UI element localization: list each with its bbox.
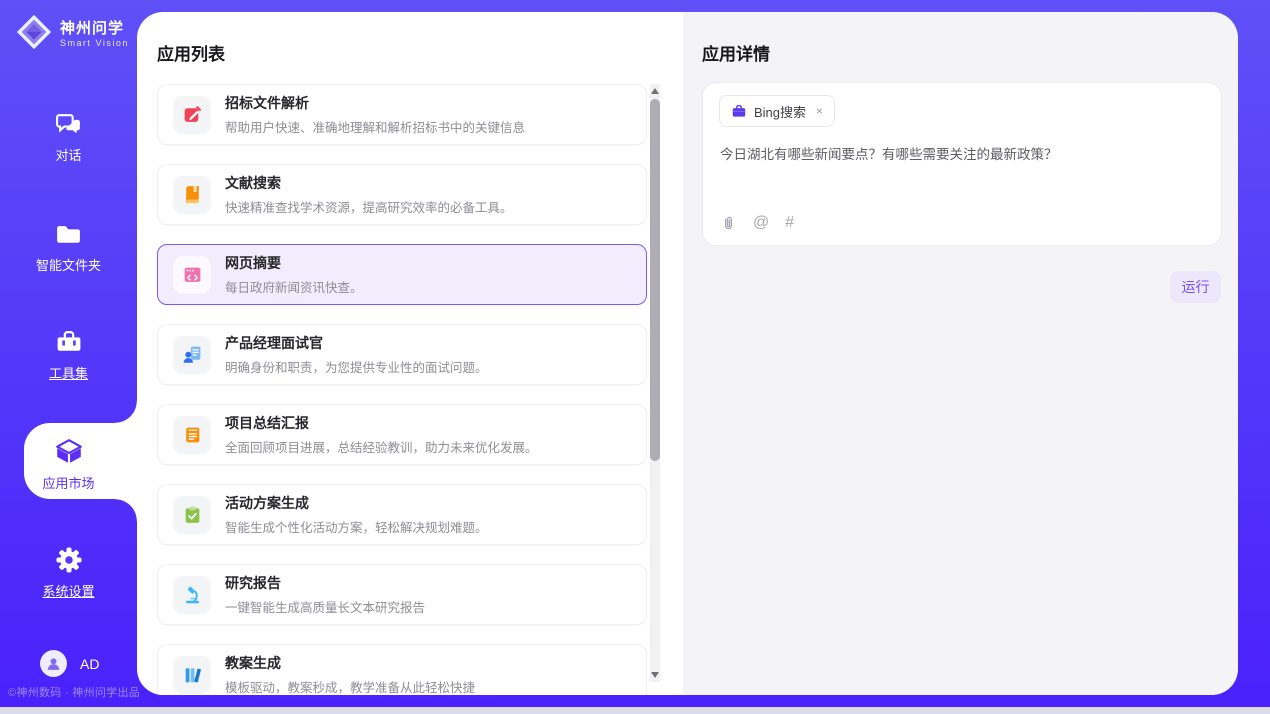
clipboard-check-icon bbox=[182, 504, 203, 525]
gear-icon bbox=[54, 545, 84, 575]
prompt-toolbar: @ # bbox=[720, 214, 794, 232]
app-card-web-summary[interactable]: 网页摘要 每日政府新闻资讯快查。 bbox=[157, 244, 647, 305]
app-name: 研究报告 bbox=[225, 573, 425, 593]
diamond-logo-icon bbox=[15, 13, 53, 51]
app-desc: 帮助用户快速、准确地理解和解析招标书中的关键信息 bbox=[225, 117, 525, 136]
brand-logo: 神州问学 Smart Vision bbox=[15, 13, 129, 51]
browser-code-icon bbox=[182, 264, 203, 285]
person-doc-icon bbox=[182, 344, 203, 365]
app-name: 活动方案生成 bbox=[225, 493, 488, 513]
main-content: 应用列表 招标文件解析 帮助用户快速、准确地理解和解析招标书中的关键信息 bbox=[137, 12, 1238, 695]
book-icon bbox=[182, 184, 203, 205]
user-account[interactable]: AD bbox=[40, 650, 99, 677]
tool-tag-bing-search[interactable]: Bing搜索 × bbox=[719, 95, 835, 127]
sidebar-item-label: 对话 bbox=[0, 145, 137, 164]
scroll-up-icon[interactable] bbox=[651, 88, 659, 94]
app-card-activity-plan[interactable]: 活动方案生成 智能生成个性化活动方案，轻松解决规划难题。 bbox=[157, 484, 647, 545]
brand-name: 神州问学 bbox=[60, 17, 129, 38]
toolbox-icon bbox=[54, 328, 84, 357]
prompt-text[interactable]: 今日湖北有哪些新闻要点？有哪些需要关注的最新政策？ bbox=[720, 145, 1201, 165]
app-desc: 模板驱动，教案秒成，教学准备从此轻松快捷 bbox=[225, 677, 475, 695]
chat-icon bbox=[54, 110, 83, 139]
app-desc: 一键智能生成高质量长文本研究报告 bbox=[225, 597, 425, 616]
app-name: 文献搜索 bbox=[225, 173, 513, 193]
scroll-down-icon[interactable] bbox=[651, 672, 659, 678]
app-desc: 全面回顾项目进展，总结经验教训，助力未来优化发展。 bbox=[225, 437, 538, 456]
app-list-title: 应用列表 bbox=[157, 40, 225, 65]
app-detail-panel: 应用详情 Bing搜索 × 今日湖北有哪些新闻要点？有哪些需要关注的最新政策？ … bbox=[683, 12, 1238, 695]
app-name: 产品经理面试官 bbox=[225, 333, 488, 353]
user-name: AD bbox=[80, 656, 99, 672]
pen-square-icon bbox=[182, 104, 203, 125]
cube-icon bbox=[54, 437, 84, 467]
app-list-scrollbar[interactable] bbox=[650, 84, 660, 682]
app-card-project-summary[interactable]: 项目总结汇报 全面回顾项目进展，总结经验教训，助力未来优化发展。 bbox=[157, 404, 647, 465]
bottom-strip bbox=[0, 707, 1270, 714]
briefcase-icon bbox=[731, 103, 747, 119]
app-card-tender-parse[interactable]: 招标文件解析 帮助用户快速、准确地理解和解析招标书中的关键信息 bbox=[157, 84, 647, 145]
sidebar-item-label: 系统设置 bbox=[0, 581, 137, 600]
notepad-icon bbox=[182, 424, 203, 445]
app-cards: 招标文件解析 帮助用户快速、准确地理解和解析招标书中的关键信息 文献搜索 快速精… bbox=[157, 84, 647, 695]
prompt-card[interactable]: Bing搜索 × 今日湖北有哪些新闻要点？有哪些需要关注的最新政策？ @ # bbox=[702, 82, 1222, 246]
app-desc: 智能生成个性化活动方案，轻松解决规划难题。 bbox=[225, 517, 488, 536]
app-desc: 每日政府新闻资讯快查。 bbox=[225, 277, 363, 296]
app-name: 项目总结汇报 bbox=[225, 413, 538, 433]
sidebar-item-label: 应用市场 bbox=[0, 473, 137, 492]
sidebar-item-toolset[interactable]: 工具集 bbox=[0, 328, 137, 382]
sidebar-item-label: 智能文件夹 bbox=[0, 255, 137, 274]
microscope-icon bbox=[182, 584, 203, 605]
app-card-lesson-plan[interactable]: 教案生成 模板驱动，教案秒成，教学准备从此轻松快捷 bbox=[157, 644, 647, 695]
app-card-pm-interviewer[interactable]: 产品经理面试官 明确身份和职责，为您提供专业性的面试问题。 bbox=[157, 324, 647, 385]
sidebar-item-settings[interactable]: 系统设置 bbox=[0, 545, 137, 600]
tag-close-icon[interactable]: × bbox=[816, 104, 823, 118]
app-detail-title: 应用详情 bbox=[702, 40, 770, 65]
run-button[interactable]: 运行 bbox=[1170, 271, 1221, 303]
hash-icon[interactable]: # bbox=[785, 214, 794, 232]
app-name: 招标文件解析 bbox=[225, 93, 525, 113]
sidebar-item-app-market[interactable]: 应用市场 bbox=[0, 437, 137, 492]
app-list-panel: 应用列表 招标文件解析 帮助用户快速、准确地理解和解析招标书中的关键信息 bbox=[137, 12, 683, 695]
sidebar-item-label: 工具集 bbox=[0, 363, 137, 382]
sidebar-item-chat[interactable]: 对话 bbox=[0, 110, 137, 164]
sidebar: 神州问学 Smart Vision 对话 智能文件夹 工具集 bbox=[0, 0, 137, 707]
brand-subtitle: Smart Vision bbox=[60, 38, 129, 48]
app-name: 网页摘要 bbox=[225, 253, 363, 273]
app-name: 教案生成 bbox=[225, 653, 475, 673]
app-card-literature-search[interactable]: 文献搜索 快速精准查找学术资源，提高研究效率的必备工具。 bbox=[157, 164, 647, 225]
app-desc: 快速精准查找学术资源，提高研究效率的必备工具。 bbox=[225, 197, 513, 216]
avatar bbox=[40, 650, 67, 677]
sidebar-item-smart-folder[interactable]: 智能文件夹 bbox=[0, 220, 137, 274]
paperclip-icon[interactable] bbox=[720, 215, 737, 232]
books-icon bbox=[182, 664, 203, 685]
at-icon[interactable]: @ bbox=[753, 214, 769, 232]
scrollbar-thumb[interactable] bbox=[650, 99, 660, 461]
app-desc: 明确身份和职责，为您提供专业性的面试问题。 bbox=[225, 357, 488, 376]
folder-icon bbox=[54, 220, 83, 249]
app-card-research-report[interactable]: 研究报告 一键智能生成高质量长文本研究报告 bbox=[157, 564, 647, 625]
tool-tag-label: Bing搜索 bbox=[754, 102, 806, 121]
sidebar-footer: ©神州数码 · 神州问学出品 bbox=[8, 684, 145, 700]
person-icon bbox=[45, 655, 62, 672]
